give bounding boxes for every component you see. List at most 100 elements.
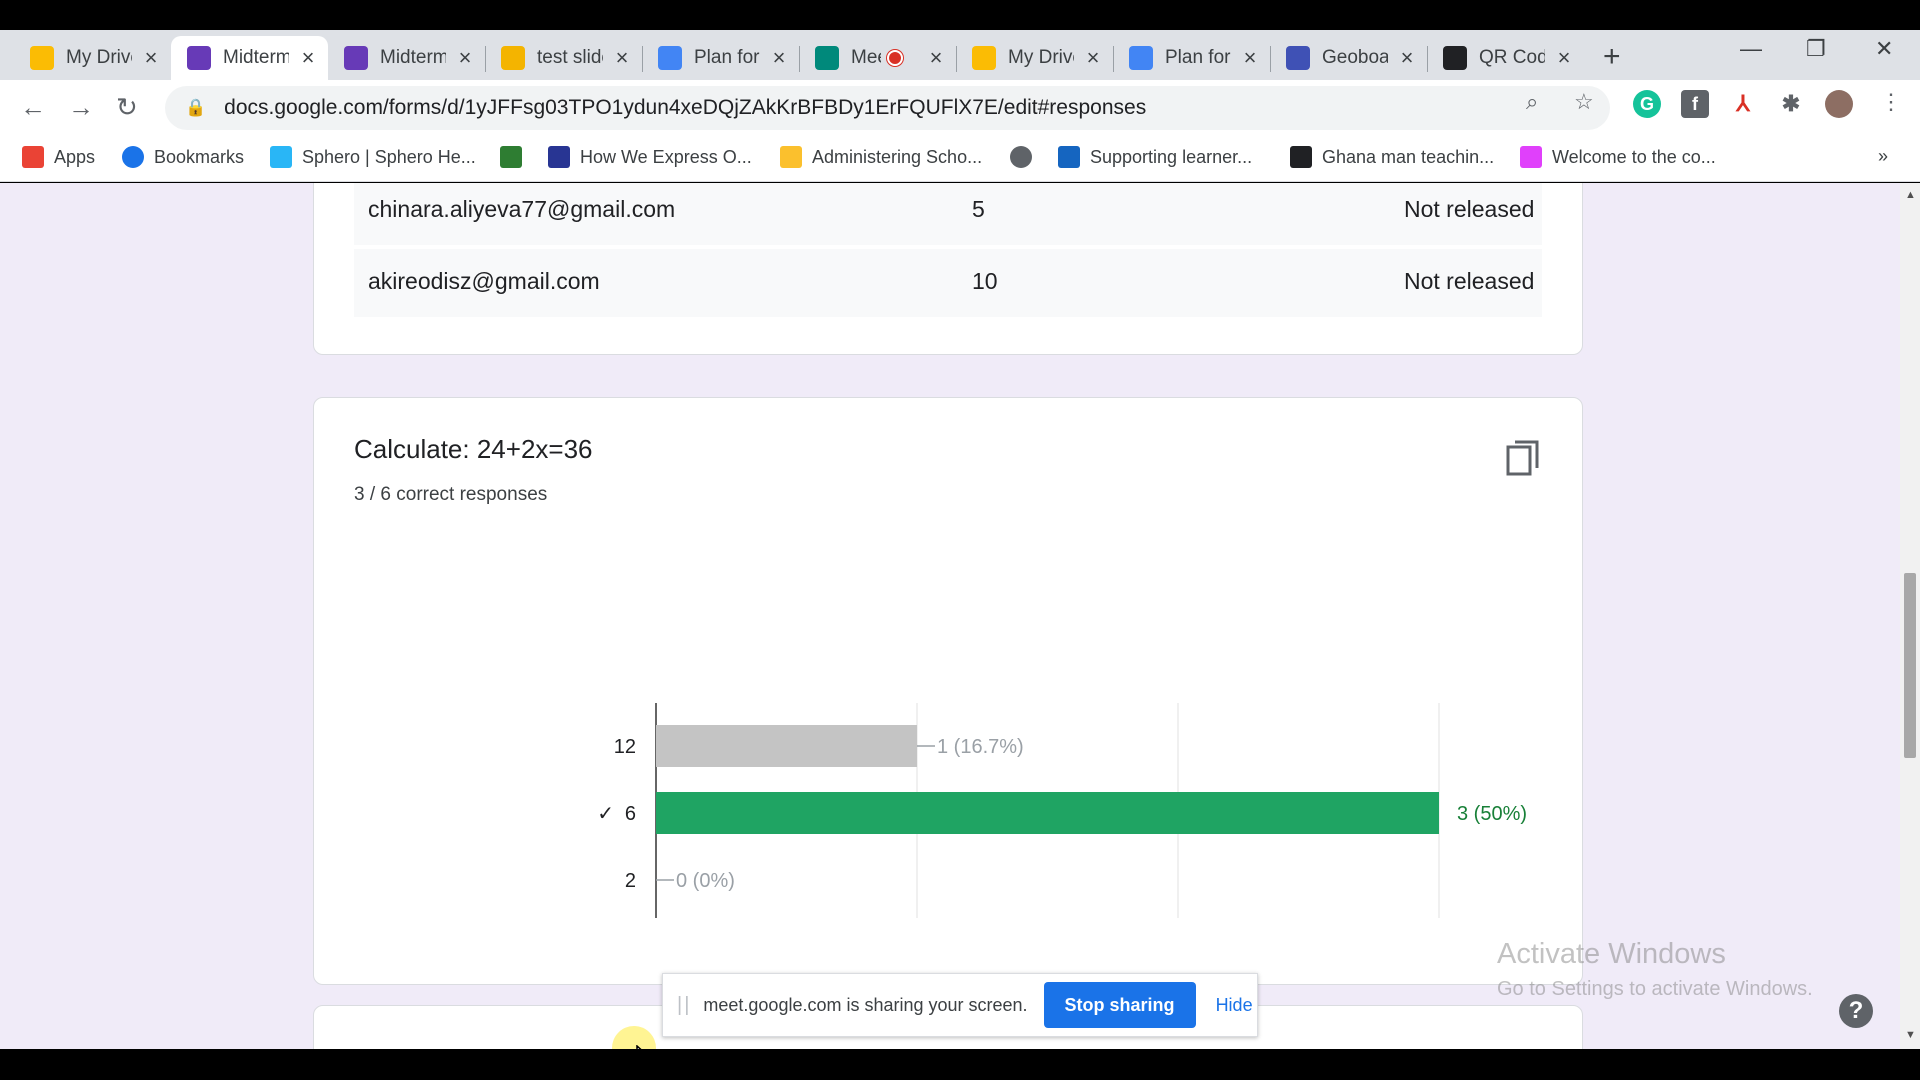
kebab-menu-icon[interactable]: ⋮ — [1880, 89, 1902, 115]
tab-title: Geoboard — [1322, 47, 1388, 68]
bookmark-item[interactable] — [1010, 146, 1042, 168]
scroll-down-arrow-icon[interactable]: ▼ — [1905, 1029, 1916, 1041]
screen-sharing-banner: || meet.google.com is sharing your scree… — [662, 973, 1258, 1037]
bookmark-image-icon — [548, 146, 570, 168]
browser-tab[interactable]: QR Code × — [1427, 36, 1584, 80]
close-tab-icon[interactable]: × — [769, 45, 789, 71]
close-tab-icon[interactable]: × — [455, 45, 475, 71]
release-status: Not released — [1404, 196, 1535, 222]
google-meet-icon — [815, 46, 839, 70]
minimize-icon[interactable]: — — [1740, 36, 1762, 62]
response-email: akireodisz@gmail.com — [368, 268, 600, 294]
google-slides-icon — [501, 46, 525, 70]
bookmark-item[interactable]: Supporting learner... — [1058, 146, 1252, 168]
new-tab-button[interactable]: + — [1603, 40, 1621, 74]
browser-tab[interactable]: Midterm × — [171, 36, 328, 80]
bookmark-label: Supporting learner... — [1090, 146, 1253, 167]
bookmark-item[interactable]: How We Express O... — [548, 146, 752, 168]
bookmark-item[interactable]: Welcome to the co... — [1520, 146, 1716, 168]
zoom-icon[interactable]: ⌕ — [1526, 89, 1538, 115]
close-tab-icon[interactable]: × — [1240, 45, 1260, 71]
close-tab-icon[interactable]: × — [141, 45, 161, 71]
browser-toolbar: ← → ↻ 🔒 docs.google.com/forms/d/1yJFFsg0… — [0, 80, 1920, 136]
close-tab-icon[interactable]: × — [298, 45, 318, 71]
bookmark-item[interactable]: Ghana man teachin... — [1290, 146, 1494, 168]
category-label: 6 — [625, 803, 636, 825]
help-button[interactable]: ? — [1839, 994, 1873, 1028]
chart-bar — [656, 792, 1439, 834]
bookmark-label: Welcome to the co... — [1552, 146, 1716, 167]
bookmarks-overflow-icon[interactable]: » — [1878, 146, 1888, 167]
response-score: 10 — [972, 268, 998, 294]
chart-bar — [656, 725, 917, 767]
scroll-up-arrow-icon[interactable]: ▲ — [1905, 189, 1916, 201]
close-tab-icon[interactable]: × — [1397, 45, 1417, 71]
hide-banner-button[interactable]: Hide — [1216, 995, 1253, 1016]
correct-check-icon: ✓ — [597, 801, 614, 825]
url-text: docs.google.com/forms/d/1yJFFsg03TPO1ydu… — [224, 96, 1147, 119]
facebook-extension-icon[interactable]: f — [1681, 90, 1709, 118]
top-black-bar — [0, 0, 1920, 30]
responses-bar-chart: 0123121 (16.7%)6✓3 (50%)20 (0%)241 (16.7… — [597, 703, 1527, 918]
geoboard-icon — [1286, 46, 1310, 70]
address-bar[interactable]: 🔒 docs.google.com/forms/d/1yJFFsg03TPO1y… — [165, 86, 1610, 130]
tab-title: My Drive — [66, 47, 132, 68]
recording-indicator-icon — [887, 50, 903, 66]
scroll-thumb[interactable] — [1904, 573, 1916, 758]
release-status: Not released — [1404, 268, 1535, 294]
google-drive-icon — [972, 46, 996, 70]
bookmarks-bar: Apps Bookmarks Sphero | Sphero He... How We… — [0, 136, 1920, 182]
browser-tab[interactable]: Plan for × — [642, 36, 799, 80]
page-scrollbar[interactable]: ▲ ▼ — [1900, 183, 1920, 1049]
tab-title: Plan for — [694, 47, 760, 68]
profile-avatar[interactable] — [1825, 90, 1853, 118]
bookmark-label: Sphero | Sphero He... — [302, 146, 476, 167]
tab-title: Plan for — [1165, 47, 1231, 68]
close-tab-icon[interactable]: × — [926, 45, 946, 71]
value-label: 3 (50%) — [1457, 803, 1527, 825]
table-row: chinara.aliyeva77@gmail.com 5 Not releas… — [354, 183, 1542, 245]
bookmark-item[interactable]: Administering Scho... — [780, 146, 982, 168]
close-tab-icon[interactable]: × — [1554, 45, 1574, 71]
close-tab-icon[interactable]: × — [612, 45, 632, 71]
stop-sharing-button[interactable]: Stop sharing — [1043, 982, 1196, 1028]
google-forms-icon — [187, 46, 211, 70]
bookmark-star-icon[interactable]: ☆ — [1574, 89, 1594, 115]
browser-tab[interactable]: My Drive × — [14, 36, 171, 80]
browser-tab[interactable]: My Drive × — [956, 36, 1113, 80]
google-drive-icon — [30, 46, 54, 70]
activate-windows-subtext: Go to Settings to activate Windows. — [1497, 978, 1813, 1000]
bookmark-item[interactable] — [500, 146, 532, 168]
browser-tab[interactable]: Plan for × — [1113, 36, 1270, 80]
sphero-icon — [270, 146, 292, 168]
bookmark-item[interactable]: Sphero | Sphero He... — [270, 146, 476, 168]
close-tab-icon[interactable]: × — [1083, 45, 1103, 71]
bookmark-item[interactable]: Apps — [22, 146, 95, 168]
bookmark-item[interactable]: Bookmarks — [122, 146, 244, 168]
tab-title: My Drive — [1008, 47, 1074, 68]
bookmark-music-icon — [1520, 146, 1542, 168]
grammarly-extension-icon[interactable]: G — [1633, 90, 1661, 118]
browser-tab[interactable]: Geoboard × — [1270, 36, 1427, 80]
forms-page: chinara.aliyeva77@gmail.com 5 Not releas… — [0, 183, 1900, 1049]
back-arrow-icon[interactable]: ← — [20, 92, 46, 123]
extensions-puzzle-icon[interactable]: ✱ — [1777, 90, 1805, 118]
drag-handle-icon[interactable]: || — [677, 994, 691, 1017]
value-label: 1 (16.7%) — [937, 736, 1024, 758]
browser-tab[interactable]: Meet × — [799, 36, 956, 80]
browser-tab[interactable]: test slides × — [485, 36, 642, 80]
bookmark-label: How We Express O... — [580, 146, 752, 167]
individual-responses-card: chinara.aliyeva77@gmail.com 5 Not releas… — [313, 183, 1583, 355]
bookmark-label: Ghana man teachin... — [1322, 146, 1495, 167]
google-docs-icon — [1129, 46, 1153, 70]
acrobat-extension-icon[interactable]: ⅄ — [1729, 90, 1757, 118]
forward-arrow-icon[interactable]: → — [68, 92, 94, 123]
bookmark-label: Administering Scho... — [812, 146, 983, 167]
reload-icon[interactable]: ↻ — [116, 92, 138, 123]
restore-icon[interactable]: ❐ — [1806, 36, 1826, 62]
close-window-icon[interactable]: ✕ — [1875, 36, 1893, 62]
response-score: 5 — [972, 196, 985, 222]
browser-tab[interactable]: Midterm × — [328, 36, 485, 80]
table-row: akireodisz@gmail.com 10 Not released — [354, 249, 1542, 317]
star-icon — [122, 146, 144, 168]
